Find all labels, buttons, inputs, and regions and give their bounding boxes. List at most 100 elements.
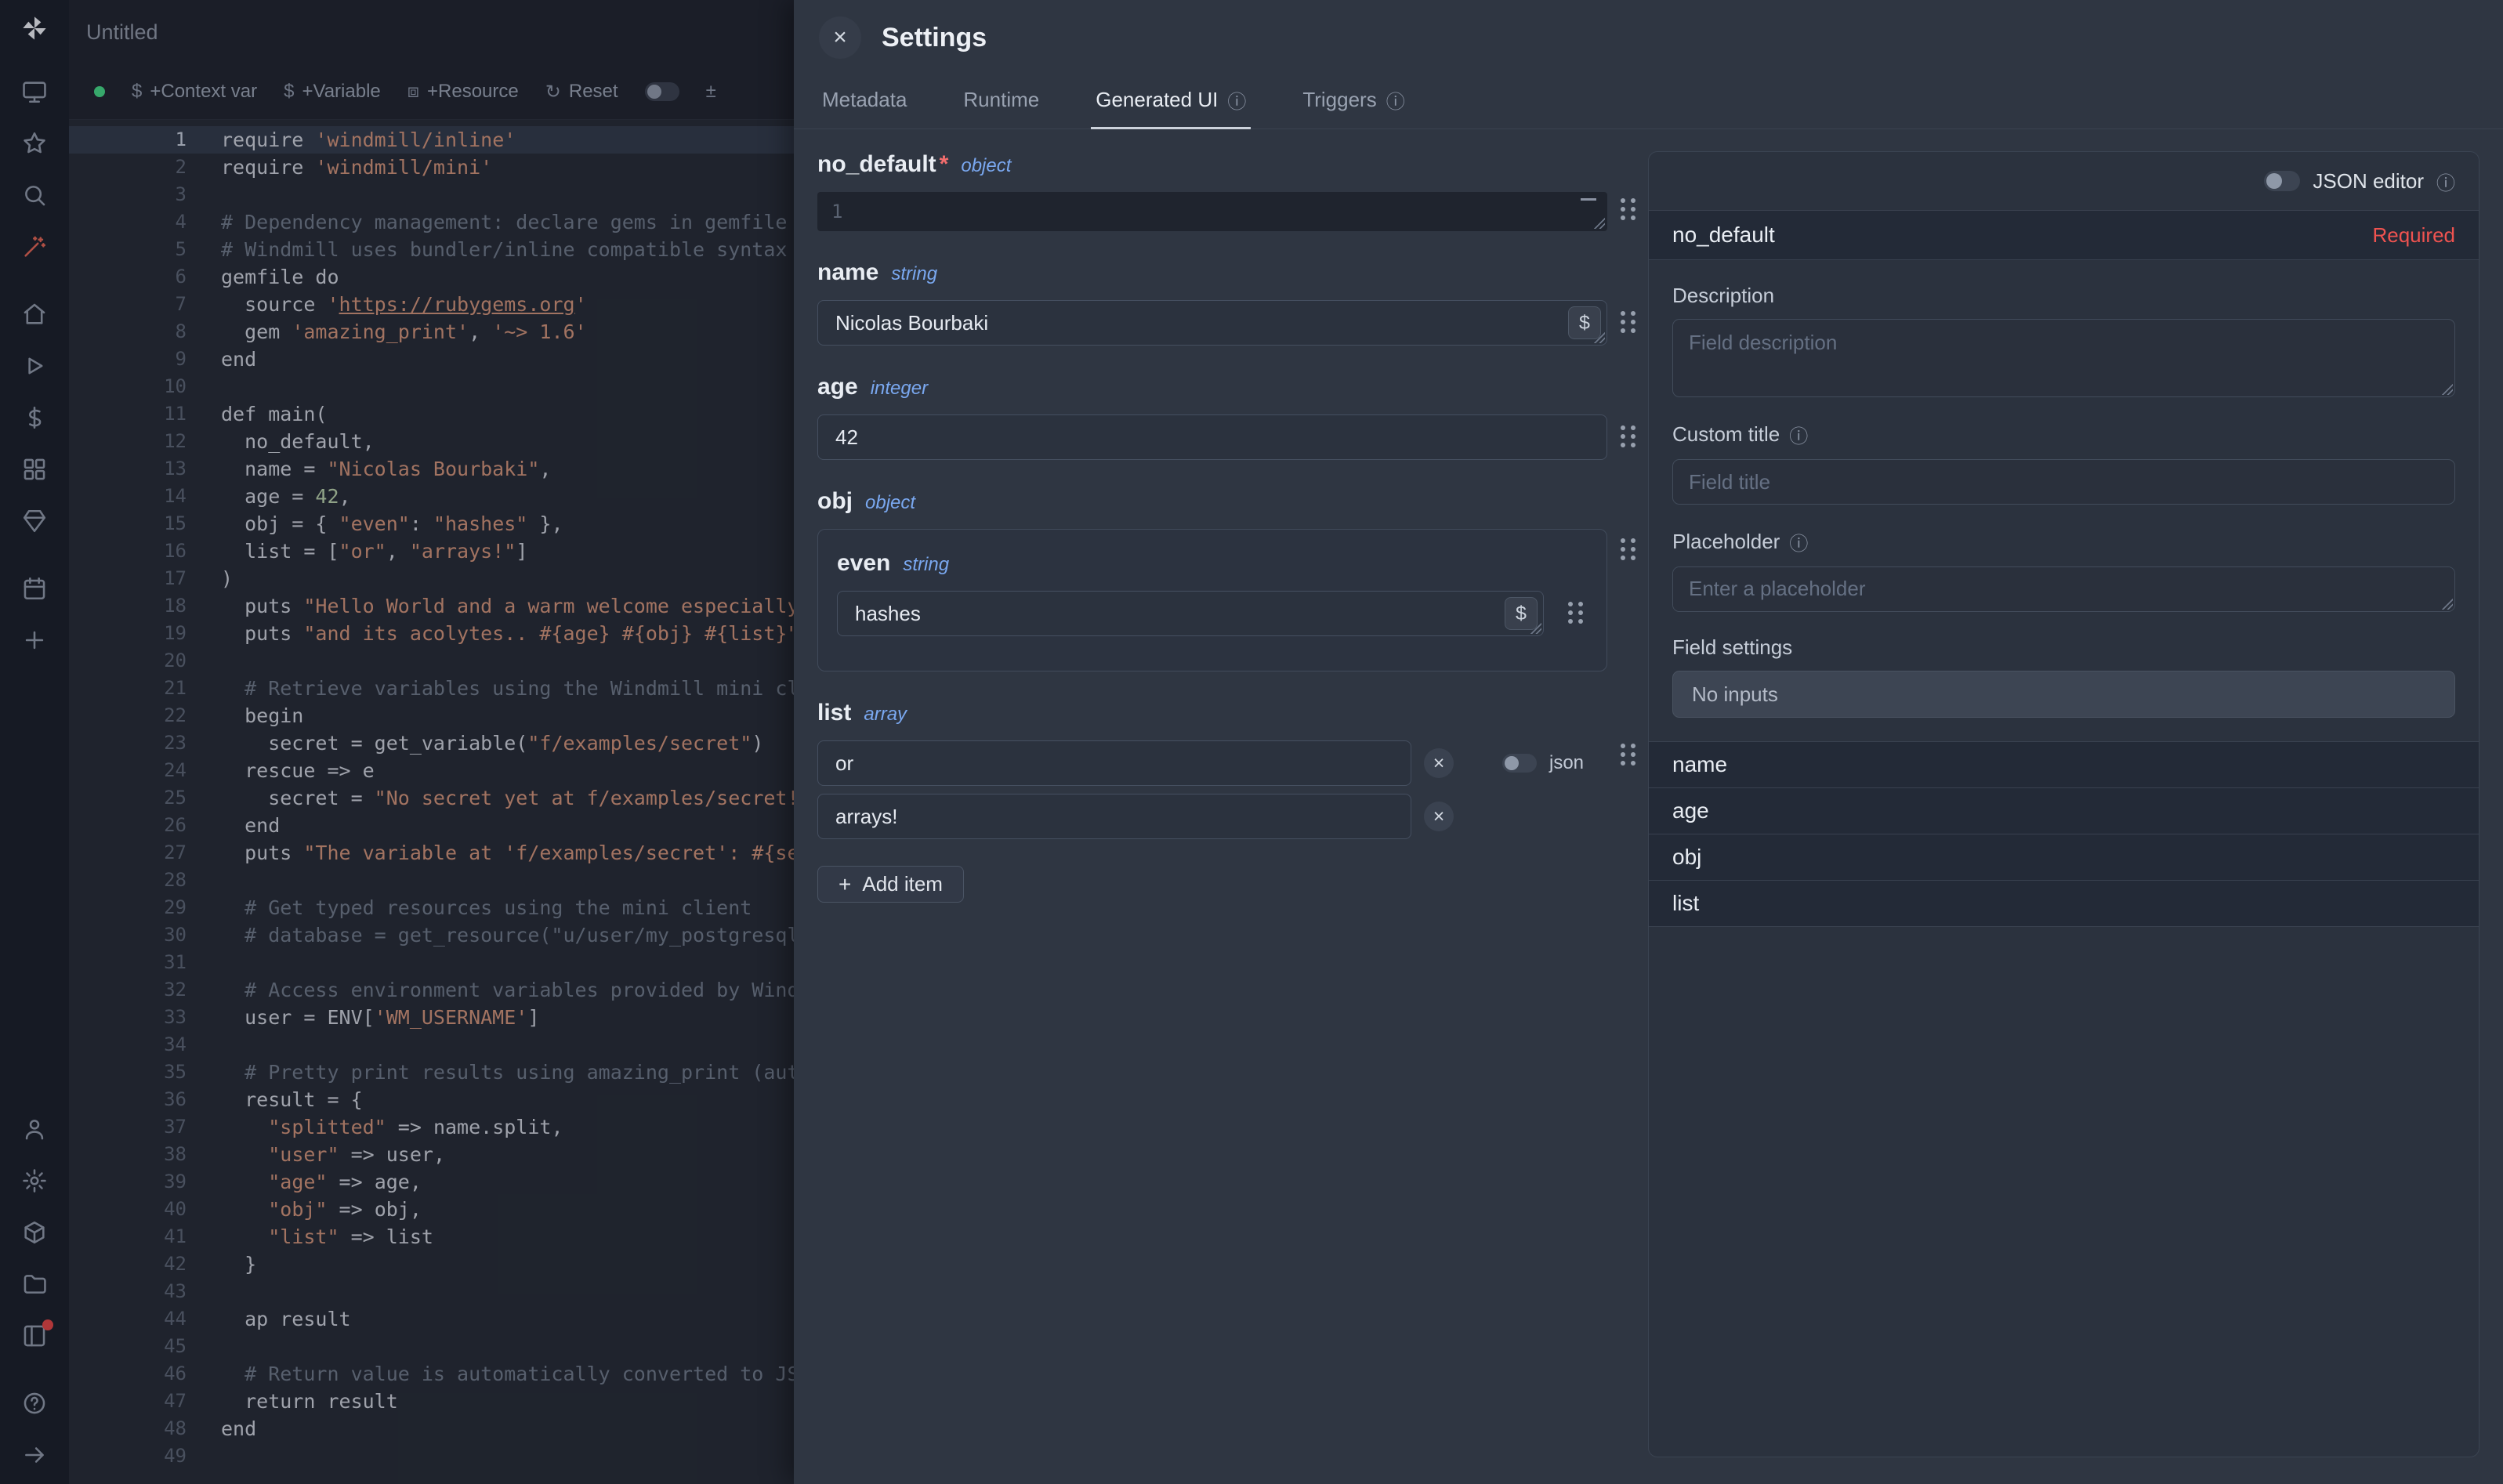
sidebar-item-folder[interactable] (14, 1269, 55, 1299)
code-line[interactable]: 15 obj = { "even": "hashes" }, (69, 510, 794, 537)
code-line[interactable]: 46 # Return value is automatically conve… (69, 1360, 794, 1388)
remove-item-button[interactable]: × (1424, 748, 1454, 778)
code-line[interactable]: 1require 'windmill/inline' (69, 126, 794, 154)
custom-title-input[interactable] (1672, 459, 2455, 505)
sidebar-item-gem[interactable] (14, 506, 55, 536)
code-line[interactable]: 36 result = { (69, 1086, 794, 1113)
code-line[interactable]: 5# Windmill uses bundler/inline compatib… (69, 236, 794, 263)
tab-metadata[interactable]: Metadata (817, 75, 911, 129)
sidebar-item-settings[interactable] (14, 1166, 55, 1196)
toolbar-toggle[interactable] (645, 82, 679, 101)
collapse-icon[interactable] (1581, 198, 1596, 201)
drag-handle-icon[interactable] (1621, 425, 1635, 447)
name-input[interactable] (817, 300, 1607, 346)
sidebar-item-plus[interactable] (14, 625, 55, 655)
field-row-obj[interactable]: obj (1649, 834, 2479, 880)
remove-item-button[interactable]: × (1424, 802, 1454, 831)
sidebar-item-grid[interactable] (14, 454, 55, 484)
drag-handle-icon[interactable] (1621, 311, 1635, 333)
script-title[interactable]: Untitled (86, 20, 158, 45)
code-line[interactable]: 22 begin (69, 702, 794, 729)
code-line[interactable]: 16 list = ["or", "arrays!"] (69, 537, 794, 565)
sidebar-item-panels[interactable] (14, 1321, 55, 1351)
code-line[interactable]: 24 rescue => e (69, 757, 794, 784)
code-line[interactable]: 32 # Access environment variables provid… (69, 976, 794, 1004)
code-line[interactable]: 41 "list" => list (69, 1223, 794, 1251)
code-line[interactable]: 10 (69, 373, 794, 400)
sidebar-item-star[interactable] (14, 128, 55, 158)
code-line[interactable]: 23 secret = get_variable("f/examples/sec… (69, 729, 794, 757)
info-icon[interactable]: ⓘ (1789, 528, 1808, 556)
sidebar-item-user[interactable] (14, 1114, 55, 1144)
code-line[interactable]: 14 age = 42, (69, 483, 794, 510)
code-line[interactable]: 47 return result (69, 1388, 794, 1415)
code-line[interactable]: 44 ap result (69, 1305, 794, 1333)
insert-variable-button[interactable]: $ (1568, 306, 1601, 339)
code-line[interactable]: 30 # database = get_resource("u/user/my_… (69, 921, 794, 949)
sidebar-item-home[interactable] (14, 299, 55, 329)
sidebar-item-package[interactable] (14, 1218, 55, 1247)
insert-variable-button[interactable]: $ (1505, 597, 1538, 630)
json-editor-toggle[interactable] (2264, 171, 2300, 191)
info-icon[interactable]: ⓘ (2436, 168, 2455, 195)
sidebar-item-monitor[interactable] (14, 77, 55, 107)
code-line[interactable]: 12 no_default, (69, 428, 794, 455)
code-line[interactable]: 2require 'windmill/mini' (69, 154, 794, 181)
code-line[interactable]: 31 (69, 949, 794, 976)
code-line[interactable]: 4# Dependency management: declare gems i… (69, 208, 794, 236)
code-line[interactable]: 34 (69, 1031, 794, 1059)
sidebar-item-help[interactable] (14, 1388, 55, 1418)
field-row-name[interactable]: name (1649, 741, 2479, 787)
field-row-age[interactable]: age (1649, 787, 2479, 834)
drag-handle-icon[interactable] (1621, 744, 1635, 766)
add-item-button[interactable]: + Add item (817, 866, 964, 903)
sidebar-item-play[interactable] (14, 351, 55, 381)
code-line[interactable]: 13 name = "Nicolas Bourbaki", (69, 455, 794, 483)
code-line[interactable]: 9end (69, 346, 794, 373)
code-line[interactable]: 18 puts "Hello World and a warm welcome … (69, 592, 794, 620)
even-input[interactable] (837, 591, 1544, 636)
sidebar-item-calendar[interactable] (14, 574, 55, 603)
code-editor[interactable]: 1require 'windmill/inline'2require 'wind… (69, 120, 794, 1484)
code-line[interactable]: 43 (69, 1278, 794, 1305)
tab-generated-ui[interactable]: Generated UI ⓘ (1091, 75, 1251, 129)
json-toggle[interactable] (1502, 754, 1537, 773)
sidebar-item-search[interactable] (14, 180, 55, 210)
add-context-var-button[interactable]: $ +Context var (132, 81, 257, 103)
tab-triggers[interactable]: Triggers ⓘ (1298, 75, 1409, 129)
code-line[interactable]: 29 # Get typed resources using the mini … (69, 894, 794, 921)
code-line[interactable]: 39 "age" => age, (69, 1168, 794, 1196)
tab-runtime[interactable]: Runtime (958, 75, 1044, 129)
info-icon[interactable]: ⓘ (1386, 86, 1405, 114)
sidebar-item-wand[interactable] (14, 232, 55, 262)
code-line[interactable]: 37 "splitted" => name.split, (69, 1113, 794, 1141)
code-line[interactable]: 8 gem 'amazing_print', '~> 1.6' (69, 318, 794, 346)
reset-button[interactable]: ↻ Reset (545, 81, 618, 103)
drag-handle-icon[interactable] (1621, 198, 1635, 220)
list-item-input[interactable] (817, 794, 1411, 839)
drag-handle-icon[interactable] (1568, 602, 1583, 624)
code-line[interactable]: 48end (69, 1415, 794, 1442)
diff-button[interactable]: ± (706, 81, 716, 103)
code-line[interactable]: 49 (69, 1442, 794, 1470)
code-line[interactable]: 17) (69, 565, 794, 592)
code-line[interactable]: 38 "user" => user, (69, 1141, 794, 1168)
code-line[interactable]: 33 user = ENV['WM_USERNAME'] (69, 1004, 794, 1031)
field-row-list[interactable]: list (1649, 880, 2479, 926)
drag-handle-icon[interactable] (1621, 538, 1635, 560)
description-textarea[interactable] (1672, 319, 2455, 397)
age-input[interactable] (817, 414, 1607, 460)
code-line[interactable]: 7 source 'https://rubygems.org' (69, 291, 794, 318)
code-line[interactable]: 6gemfile do (69, 263, 794, 291)
info-icon[interactable]: ⓘ (1227, 86, 1246, 114)
sidebar-item-arrow-right[interactable] (14, 1440, 55, 1470)
code-line[interactable]: 20 (69, 647, 794, 675)
add-variable-button[interactable]: $ +Variable (284, 81, 381, 103)
code-line[interactable]: 27 puts "The variable at 'f/examples/sec… (69, 839, 794, 867)
code-line[interactable]: 25 secret = "No secret yet at f/examples… (69, 784, 794, 812)
code-line[interactable]: 21 # Retrieve variables using the Windmi… (69, 675, 794, 702)
code-line[interactable]: 42 } (69, 1251, 794, 1278)
list-item-input[interactable] (817, 740, 1411, 786)
code-line[interactable]: 35 # Pretty print results using amazing_… (69, 1059, 794, 1086)
object-json-editor[interactable]: 1 (817, 192, 1607, 231)
